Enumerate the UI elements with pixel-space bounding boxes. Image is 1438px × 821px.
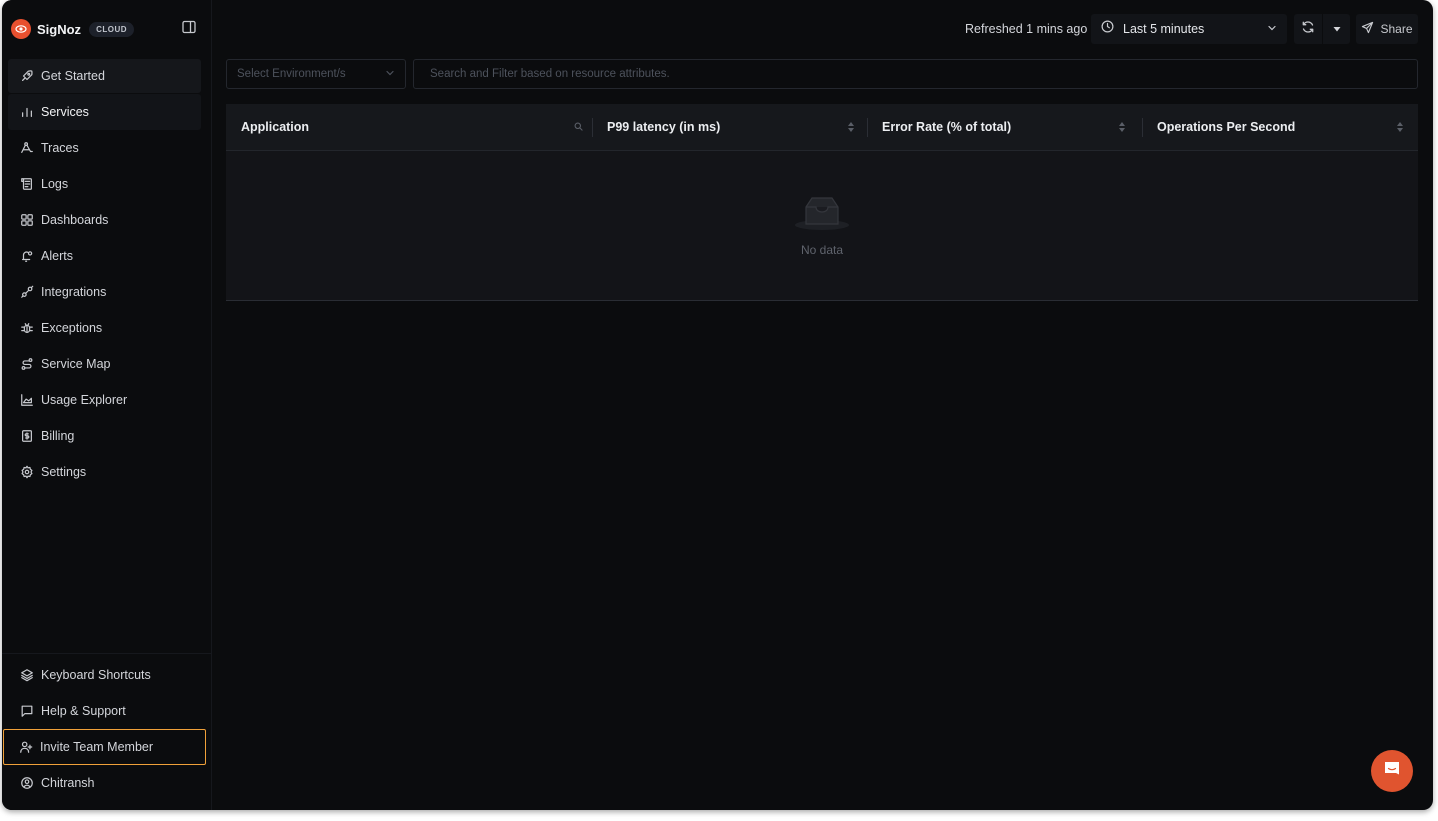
plug-icon (19, 284, 35, 300)
collapse-sidebar-icon[interactable] (182, 20, 198, 36)
user-circle-icon (19, 775, 35, 791)
column-label: Application (241, 120, 310, 134)
empty-inbox-icon (793, 194, 851, 237)
sidebar-item-label: Traces (41, 141, 79, 155)
app-window: SigNoz CLOUD Get Started Services Traces… (2, 0, 1433, 810)
sidebar-item-get-started[interactable]: Get Started (8, 59, 201, 93)
column-header-p99-latency[interactable]: P99 latency (in ms) (593, 104, 868, 151)
sidebar-item-label: Service Map (41, 357, 111, 371)
sidebar-item-services[interactable]: Services (8, 94, 201, 130)
receipt-dollar-icon (19, 428, 35, 444)
rocket-icon (19, 68, 35, 84)
environment-placeholder: Select Environment/s (237, 68, 346, 80)
sidebar-item-label: Integrations (41, 285, 107, 299)
column-label: Error Rate (% of total) (882, 120, 1012, 134)
sidebar-item-exceptions[interactable]: Exceptions (8, 310, 201, 346)
route-icon (19, 356, 35, 372)
sidebar-item-help-support[interactable]: Help & Support (8, 693, 208, 729)
support-chat-button[interactable] (1371, 750, 1413, 792)
gear-icon (19, 464, 35, 480)
share-button[interactable]: Share (1356, 14, 1418, 44)
sidebar-item-label: Keyboard Shortcuts (41, 668, 151, 682)
sidebar-item-label: Billing (41, 429, 75, 443)
refreshed-status: Refreshed 1 mins ago (965, 22, 1088, 36)
time-range-select[interactable]: Last 5 minutes (1091, 14, 1287, 44)
empty-state: No data (226, 194, 1418, 257)
sidebar-item-label: Exceptions (41, 321, 103, 335)
resource-attribute-search-input[interactable] (413, 59, 1418, 89)
sidebar-item-invite-team-member[interactable]: Invite Team Member (3, 729, 206, 765)
bug-icon (19, 320, 35, 336)
bell-icon (19, 248, 35, 264)
sidebar-item-traces[interactable]: Traces (8, 130, 201, 166)
sidebar-item-alerts[interactable]: Alerts (8, 238, 201, 274)
refresh-interval-dropdown[interactable] (1323, 14, 1350, 44)
sidebar-item-label: Services (41, 105, 89, 119)
sidebar-divider (2, 653, 212, 654)
brand[interactable]: SigNoz CLOUD (11, 18, 135, 40)
sidebar-item-keyboard-shortcuts[interactable]: Keyboard Shortcuts (8, 657, 208, 693)
time-range-value: Last 5 minutes (1123, 22, 1205, 36)
sort-icon[interactable] (1397, 122, 1403, 132)
environment-select[interactable]: Select Environment/s (226, 59, 406, 89)
sidebar-item-billing[interactable]: Billing (8, 418, 201, 454)
sidebar-nav: Get Started Services Traces Logs Dashboa… (8, 59, 201, 490)
sidebar-item-label: Usage Explorer (41, 393, 128, 407)
caret-down-icon (1332, 20, 1342, 38)
column-label: P99 latency (in ms) (607, 120, 721, 134)
sidebar-item-service-map[interactable]: Service Map (8, 346, 201, 382)
sidebar: SigNoz CLOUD Get Started Services Traces… (2, 0, 212, 810)
column-header-error-rate[interactable]: Error Rate (% of total) (868, 104, 1143, 151)
traces-icon (19, 140, 35, 156)
area-chart-icon (19, 392, 35, 408)
sort-icon[interactable] (1119, 122, 1125, 132)
sidebar-item-user-profile[interactable]: Chitransh (8, 765, 208, 801)
sidebar-item-label: Alerts (41, 249, 73, 263)
refresh-control (1294, 14, 1350, 44)
column-header-operations-per-second[interactable]: Operations Per Second (1143, 104, 1418, 151)
table-header: Application P99 latency (in ms) Error Ra… (226, 104, 1418, 151)
cloud-badge: CLOUD (89, 21, 135, 37)
services-table: Application P99 latency (in ms) Error Ra… (226, 104, 1418, 301)
search-icon[interactable] (574, 120, 583, 134)
refresh-button[interactable] (1294, 14, 1323, 44)
sidebar-item-label: Invite Team Member (40, 740, 154, 754)
sidebar-item-usage-explorer[interactable]: Usage Explorer (8, 382, 201, 418)
sidebar-item-settings[interactable]: Settings (8, 454, 201, 490)
sidebar-bottom-nav: Keyboard Shortcuts Help & Support Invite… (3, 657, 208, 801)
share-label: Share (1380, 22, 1413, 36)
chevron-down-icon (1267, 20, 1277, 38)
signoz-logo-icon (11, 19, 31, 39)
sidebar-item-logs[interactable]: Logs (8, 166, 201, 202)
sidebar-item-dashboards[interactable]: Dashboards (8, 202, 201, 238)
brand-name: SigNoz (37, 21, 82, 37)
sort-icon[interactable] (848, 122, 854, 132)
empty-state-text: No data (800, 243, 844, 257)
column-label: Operations Per Second (1157, 120, 1296, 134)
chat-icon (1382, 759, 1402, 784)
send-icon (1361, 21, 1374, 37)
sidebar-item-label: Get Started (41, 69, 105, 83)
sidebar-item-integrations[interactable]: Integrations (8, 274, 201, 310)
bar-chart-icon (19, 104, 35, 120)
column-header-application[interactable]: Application (226, 104, 593, 151)
user-plus-icon (18, 739, 34, 755)
clock-icon (1101, 20, 1114, 38)
sidebar-item-label: Dashboards (41, 213, 109, 227)
scroll-icon (19, 176, 35, 192)
sidebar-item-label: Logs (41, 177, 69, 191)
grid-icon (19, 212, 35, 228)
sidebar-item-label: Settings (41, 465, 87, 479)
sidebar-item-label: Help & Support (41, 704, 126, 718)
layers-icon (19, 667, 35, 683)
message-square-icon (19, 703, 35, 719)
chevron-down-icon (385, 68, 395, 81)
refresh-icon (1301, 20, 1315, 39)
sidebar-item-label: Chitransh (41, 776, 95, 790)
